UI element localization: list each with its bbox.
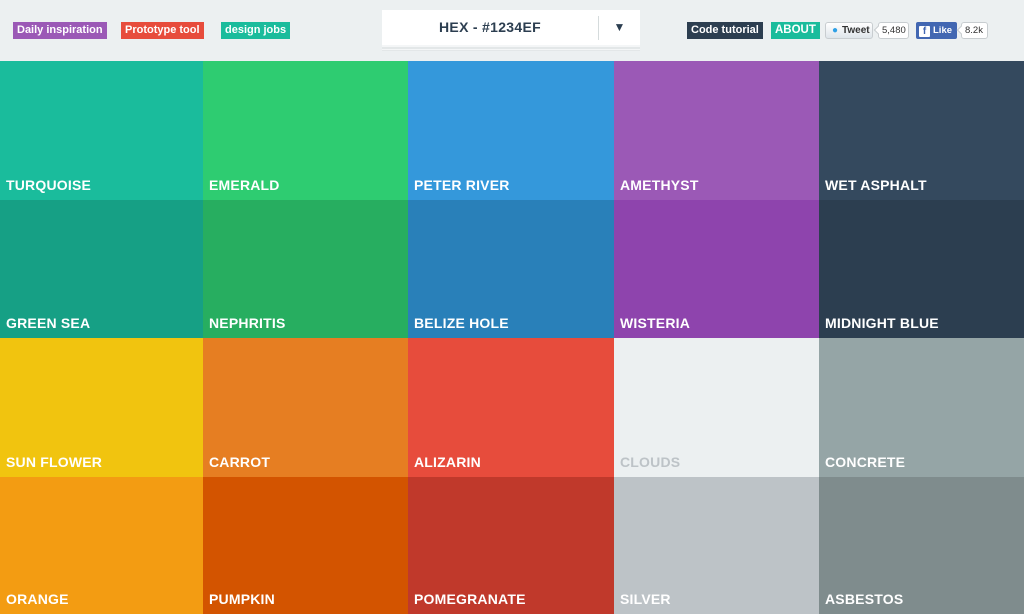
color-name-label: ASBESTOS	[825, 591, 904, 607]
color-tile-clouds[interactable]: CLOUDS	[614, 338, 819, 477]
color-name-label: PETER RIVER	[414, 177, 510, 193]
color-name-label: CARROT	[209, 454, 271, 470]
code-tutorial-link[interactable]: Code tutorial	[687, 22, 763, 39]
facebook-icon: f	[919, 26, 930, 37]
color-tile-nephritis[interactable]: NEPHRITIS	[203, 200, 408, 338]
color-tile-wisteria[interactable]: WISTERIA	[614, 200, 819, 338]
color-tile-peter-river[interactable]: PETER RIVER	[408, 61, 614, 200]
color-tile-carrot[interactable]: CARROT	[203, 338, 408, 477]
twitter-bird-icon: ●	[831, 25, 839, 36]
color-name-label: NEPHRITIS	[209, 315, 286, 331]
color-tile-asbestos[interactable]: ASBESTOS	[819, 477, 1024, 614]
top-bar: Daily inspiration Prototype tool design …	[0, 0, 1024, 61]
color-tile-amethyst[interactable]: AMETHYST	[614, 61, 819, 200]
color-name-label: MIDNIGHT BLUE	[825, 315, 939, 331]
color-tile-emerald[interactable]: EMERALD	[203, 61, 408, 200]
color-name-label: CONCRETE	[825, 454, 906, 470]
color-name-label: WET ASPHALT	[825, 177, 927, 193]
color-tile-belize-hole[interactable]: BELIZE HOLE	[408, 200, 614, 338]
tweet-button[interactable]: ● Tweet	[825, 22, 873, 39]
color-format-value: HEX - #1234EF	[439, 19, 541, 35]
color-name-label: ALIZARIN	[414, 454, 481, 470]
color-tile-sun-flower[interactable]: SUN FLOWER	[0, 338, 203, 477]
about-link[interactable]: ABOUT	[771, 22, 820, 39]
color-name-label: EMERALD	[209, 177, 280, 193]
daily-inspiration-link[interactable]: Daily inspiration	[13, 22, 107, 39]
color-palette-grid: TURQUOISE EMERALD PETER RIVER AMETHYST WET A…	[0, 61, 1024, 614]
color-format-dropdown[interactable]: HEX - #1234EF ▼	[382, 10, 640, 45]
color-name-label: TURQUOISE	[6, 177, 92, 193]
color-name-label: POMEGRANATE	[414, 591, 526, 607]
color-name-label: SUN FLOWER	[6, 454, 103, 470]
color-tile-midnight-blue[interactable]: MIDNIGHT BLUE	[819, 200, 1024, 338]
color-name-label: SILVER	[620, 591, 671, 607]
color-name-label: AMETHYST	[620, 177, 699, 193]
color-tile-wet-asphalt[interactable]: WET ASPHALT	[819, 61, 1024, 200]
color-name-label: ORANGE	[6, 591, 69, 607]
tweet-count: 5,480	[878, 22, 909, 39]
facebook-like-button[interactable]: f Like	[916, 22, 957, 39]
color-name-label: PUMPKIN	[209, 591, 275, 607]
color-name-label: GREEN SEA	[6, 315, 91, 331]
chevron-down-icon[interactable]: ▼	[599, 10, 640, 45]
color-name-label: BELIZE HOLE	[414, 315, 509, 331]
color-tile-concrete[interactable]: CONCRETE	[819, 338, 1024, 477]
color-tile-pomegranate[interactable]: POMEGRANATE	[408, 477, 614, 614]
like-count: 8.2k	[961, 22, 988, 39]
color-tile-alizarin[interactable]: ALIZARIN	[408, 338, 614, 477]
color-tile-silver[interactable]: SILVER	[614, 477, 819, 614]
prototype-tool-link[interactable]: Prototype tool	[121, 22, 204, 39]
color-name-label: WISTERIA	[620, 315, 691, 331]
color-tile-orange[interactable]: ORANGE	[0, 477, 203, 614]
design-jobs-link[interactable]: design jobs	[221, 22, 291, 39]
color-tile-pumpkin[interactable]: PUMPKIN	[203, 477, 408, 614]
color-tile-turquoise[interactable]: TURQUOISE	[0, 61, 203, 200]
color-tile-green-sea[interactable]: GREEN SEA	[0, 200, 203, 338]
color-name-label: CLOUDS	[620, 454, 681, 470]
like-label: Like	[933, 25, 953, 36]
tweet-label: Tweet	[842, 25, 870, 36]
